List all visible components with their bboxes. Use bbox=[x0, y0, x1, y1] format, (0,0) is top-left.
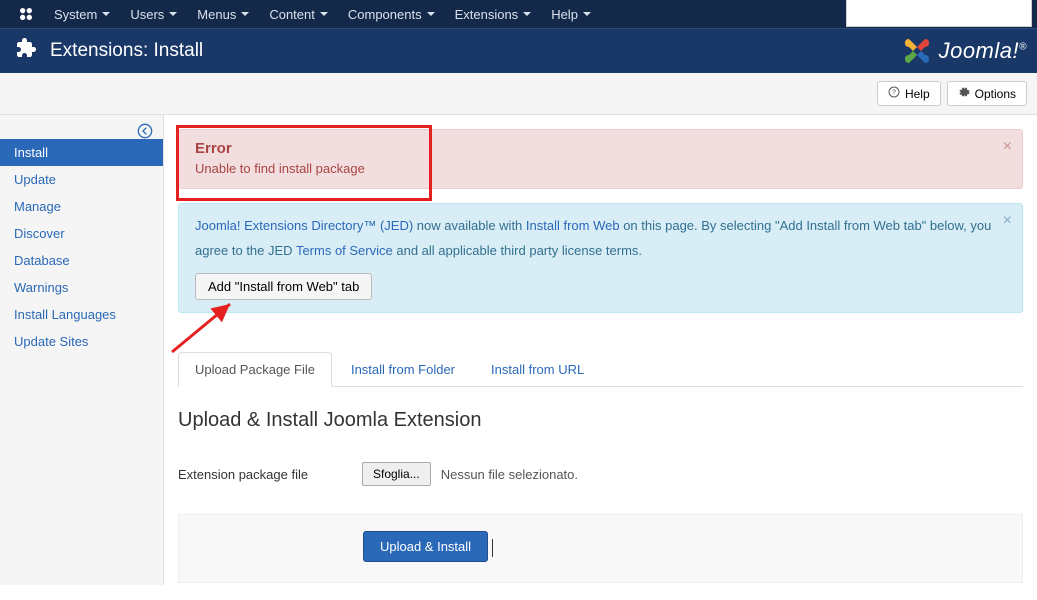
sidebar-item-label: Discover bbox=[14, 226, 65, 241]
joomla-mark-icon bbox=[901, 35, 933, 67]
menu-help-label: Help bbox=[551, 7, 578, 22]
sidebar-item-label: Manage bbox=[14, 199, 61, 214]
menu-extensions-label: Extensions bbox=[455, 7, 519, 22]
sidebar-item-label: Database bbox=[14, 253, 70, 268]
section-title: Upload & Install Joomla Extension bbox=[178, 409, 1023, 432]
info-text-3: and all applicable third party license t… bbox=[393, 243, 642, 258]
close-icon[interactable]: × bbox=[1003, 212, 1012, 230]
text-cursor bbox=[492, 539, 493, 557]
file-selection-text: Nessun file selezionato. bbox=[441, 467, 578, 482]
top-whitebox bbox=[846, 0, 1032, 27]
sidebar-item-manage[interactable]: Manage bbox=[0, 193, 163, 220]
tabs: Upload Package File Install from Folder … bbox=[178, 351, 1023, 387]
caret-down-icon bbox=[523, 12, 531, 16]
menu-content-label: Content bbox=[269, 7, 315, 22]
tab-install-url[interactable]: Install from URL bbox=[474, 352, 601, 387]
upload-install-button[interactable]: Upload & Install bbox=[363, 531, 488, 562]
caret-down-icon bbox=[427, 12, 435, 16]
tab-label: Upload Package File bbox=[195, 362, 315, 377]
sidebar-item-discover[interactable]: Discover bbox=[0, 220, 163, 247]
menu-system[interactable]: System bbox=[44, 0, 120, 28]
field-label-package: Extension package file bbox=[178, 467, 362, 482]
menu-system-label: System bbox=[54, 7, 97, 22]
caret-down-icon bbox=[169, 12, 177, 16]
menu-components-label: Components bbox=[348, 7, 422, 22]
submit-row: Upload & Install bbox=[178, 514, 1023, 583]
sidebar-item-database[interactable]: Database bbox=[0, 247, 163, 274]
caret-down-icon bbox=[102, 12, 110, 16]
help-icon: ? bbox=[888, 86, 900, 101]
top-navbar: System Users Menus Content Components Ex… bbox=[0, 0, 1037, 28]
sidebar-item-update-sites[interactable]: Update Sites bbox=[0, 328, 163, 355]
alert-error-message: Unable to find install package bbox=[195, 161, 992, 176]
link-jed[interactable]: Joomla! Extensions Directory™ (JED) bbox=[195, 218, 413, 233]
title-bar: Extensions: Install Joomla!® bbox=[0, 28, 1037, 73]
menu-users[interactable]: Users bbox=[120, 0, 187, 28]
alert-error-title: Error bbox=[195, 140, 992, 157]
sidebar-item-warnings[interactable]: Warnings bbox=[0, 274, 163, 301]
sidebar-item-label: Install Languages bbox=[14, 307, 116, 322]
sidebar-item-label: Update Sites bbox=[14, 334, 88, 349]
caret-down-icon bbox=[320, 12, 328, 16]
add-install-web-button[interactable]: Add "Install from Web" tab bbox=[195, 273, 372, 300]
puzzle-icon bbox=[14, 36, 38, 66]
menu-menus-label: Menus bbox=[197, 7, 236, 22]
collapse-left-icon[interactable] bbox=[137, 123, 153, 142]
options-button-label: Options bbox=[975, 87, 1016, 101]
sidebar-item-install-lang[interactable]: Install Languages bbox=[0, 301, 163, 328]
toolbar: ? Help Options bbox=[0, 73, 1037, 115]
options-button[interactable]: Options bbox=[947, 81, 1027, 106]
alert-info-text: Joomla! Extensions Directory™ (JED) now … bbox=[195, 214, 992, 263]
joomla-logo: Joomla!® bbox=[901, 35, 1027, 67]
joomla-home-icon[interactable] bbox=[8, 0, 44, 28]
menu-menus[interactable]: Menus bbox=[187, 0, 259, 28]
tab-label: Install from Folder bbox=[351, 362, 455, 377]
close-icon[interactable]: × bbox=[1003, 138, 1012, 156]
link-tos[interactable]: Terms of Service bbox=[296, 243, 393, 258]
menu-components[interactable]: Components bbox=[338, 0, 445, 28]
menu-content[interactable]: Content bbox=[259, 0, 338, 28]
joomla-brand-text: Joomla!® bbox=[939, 38, 1027, 64]
menu-help[interactable]: Help bbox=[541, 0, 601, 28]
info-text-1: now available with bbox=[413, 218, 526, 233]
svg-text:?: ? bbox=[892, 90, 896, 97]
sidebar: Install Update Manage Discover Database … bbox=[0, 115, 164, 585]
tab-label: Install from URL bbox=[491, 362, 584, 377]
sidebar-item-label: Update bbox=[14, 172, 56, 187]
menu-extensions[interactable]: Extensions bbox=[445, 0, 542, 28]
page-title: Extensions: Install bbox=[50, 40, 203, 62]
sidebar-item-label: Install bbox=[14, 145, 48, 160]
sidebar-item-update[interactable]: Update bbox=[0, 166, 163, 193]
file-input-group: Sfoglia... Nessun file selezionato. bbox=[362, 462, 578, 486]
sidebar-item-label: Warnings bbox=[14, 280, 68, 295]
gear-icon bbox=[958, 86, 970, 101]
caret-down-icon bbox=[241, 12, 249, 16]
caret-down-icon bbox=[583, 12, 591, 16]
tab-upload-package[interactable]: Upload Package File bbox=[178, 352, 332, 387]
browse-button[interactable]: Sfoglia... bbox=[362, 462, 431, 486]
sidebar-item-install[interactable]: Install bbox=[0, 139, 163, 166]
alert-error: × Error Unable to find install package bbox=[178, 129, 1023, 189]
menu-users-label: Users bbox=[130, 7, 164, 22]
alert-info: × Joomla! Extensions Directory™ (JED) no… bbox=[178, 203, 1023, 313]
help-button[interactable]: ? Help bbox=[877, 81, 941, 106]
help-button-label: Help bbox=[905, 87, 930, 101]
tab-install-folder[interactable]: Install from Folder bbox=[334, 352, 472, 387]
link-install-web[interactable]: Install from Web bbox=[526, 218, 620, 233]
main-content: × Error Unable to find install package ×… bbox=[164, 115, 1037, 597]
